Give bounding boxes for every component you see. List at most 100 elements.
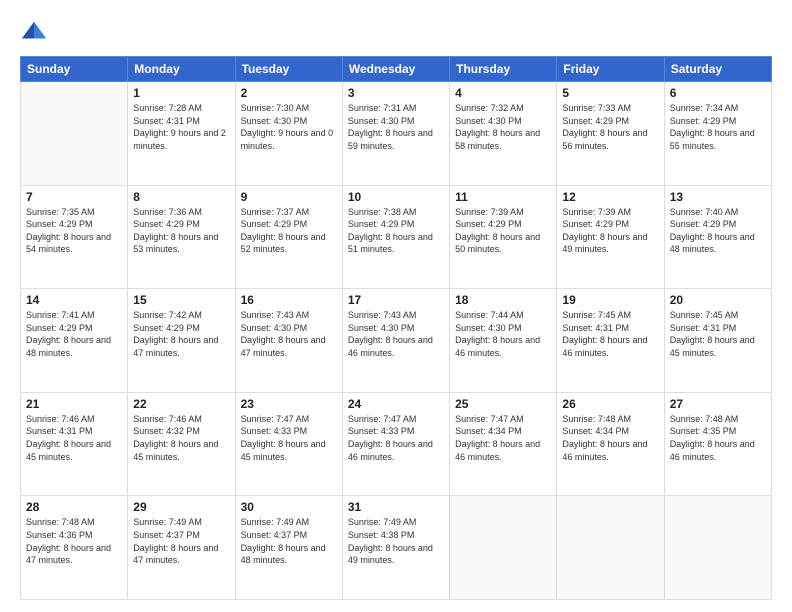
calendar-cell: 24Sunrise: 7:47 AMSunset: 4:33 PMDayligh… [342, 392, 449, 496]
day-info: Sunrise: 7:30 AMSunset: 4:30 PMDaylight:… [241, 102, 337, 152]
day-info: Sunrise: 7:40 AMSunset: 4:29 PMDaylight:… [670, 206, 766, 256]
day-info: Sunrise: 7:47 AMSunset: 4:34 PMDaylight:… [455, 413, 551, 463]
day-number: 9 [241, 190, 337, 204]
calendar-cell [557, 496, 664, 600]
day-number: 28 [26, 500, 122, 514]
day-number: 14 [26, 293, 122, 307]
calendar-cell: 20 Sunrise: 7:45 AMSunset: 4:31 PMDayligh… [664, 289, 771, 393]
calendar-cell: 11Sunrise: 7:39 AMSunset: 4:29 PMDayligh… [450, 185, 557, 289]
day-info: Sunrise: 7:39 AMSunset: 4:29 PMDaylight:… [455, 206, 551, 256]
day-header-wednesday: Wednesday [342, 57, 449, 82]
calendar-cell: 4 Sunrise: 7:32 AMSunset: 4:30 PMDaylight… [450, 82, 557, 186]
day-info: Sunrise: 7:45 AMSunset: 4:31 PMDaylight:… [670, 309, 766, 359]
day-info: Sunrise: 7:49 AMSunset: 4:37 PMDaylight:… [241, 516, 337, 566]
calendar-header-row: SundayMondayTuesdayWednesdayThursdayFrid… [21, 57, 772, 82]
day-number: 23 [241, 397, 337, 411]
day-info: Sunrise: 7:34 AMSunset: 4:29 PMDaylight:… [670, 102, 766, 152]
calendar-cell: 9Sunrise: 7:37 AMSunset: 4:29 PMDaylight… [235, 185, 342, 289]
calendar-cell: 5Sunrise: 7:33 AMSunset: 4:29 PMDaylight… [557, 82, 664, 186]
day-number: 1 [133, 86, 229, 100]
day-number: 25 [455, 397, 551, 411]
day-number: 3 [348, 86, 444, 100]
day-number: 29 [133, 500, 229, 514]
calendar-cell: 21 Sunrise: 7:46 AMSunset: 4:31 PMDayligh… [21, 392, 128, 496]
calendar-cell: 1 Sunrise: 7:28 AMSunset: 4:31 PMDaylight… [128, 82, 235, 186]
day-number: 8 [133, 190, 229, 204]
day-number: 5 [562, 86, 658, 100]
calendar-cell: 26 Sunrise: 7:48 AMSunset: 4:34 PMDayligh… [557, 392, 664, 496]
day-number: 20 [670, 293, 766, 307]
calendar-cell: 19 Sunrise: 7:45 AMSunset: 4:31 PMDayligh… [557, 289, 664, 393]
calendar-cell: 14Sunrise: 7:41 AMSunset: 4:29 PMDayligh… [21, 289, 128, 393]
calendar-cell: 18 Sunrise: 7:44 AMSunset: 4:30 PMDayligh… [450, 289, 557, 393]
week-row-1: 1 Sunrise: 7:28 AMSunset: 4:31 PMDaylight… [21, 82, 772, 186]
day-number: 27 [670, 397, 766, 411]
day-number: 7 [26, 190, 122, 204]
calendar-cell: 23 Sunrise: 7:47 AMSunset: 4:33 PMDayligh… [235, 392, 342, 496]
calendar-table: SundayMondayTuesdayWednesdayThursdayFrid… [20, 56, 772, 600]
calendar-cell: 29 Sunrise: 7:49 AMSunset: 4:37 PMDayligh… [128, 496, 235, 600]
day-number: 13 [670, 190, 766, 204]
day-number: 18 [455, 293, 551, 307]
header [20, 18, 772, 46]
day-number: 26 [562, 397, 658, 411]
calendar-cell: 2 Sunrise: 7:30 AMSunset: 4:30 PMDaylight… [235, 82, 342, 186]
calendar-cell: 28 Sunrise: 7:48 AMSunset: 4:36 PMDayligh… [21, 496, 128, 600]
calendar-cell: 15 Sunrise: 7:42 AMSunset: 4:29 PMDayligh… [128, 289, 235, 393]
day-info: Sunrise: 7:31 AMSunset: 4:30 PMDaylight:… [348, 102, 444, 152]
day-number: 15 [133, 293, 229, 307]
calendar-cell: 30 Sunrise: 7:49 AMSunset: 4:37 PMDayligh… [235, 496, 342, 600]
day-header-sunday: Sunday [21, 57, 128, 82]
day-info: Sunrise: 7:47 AMSunset: 4:33 PMDaylight:… [348, 413, 444, 463]
day-number: 4 [455, 86, 551, 100]
day-info: Sunrise: 7:43 AMSunset: 4:30 PMDaylight:… [241, 309, 337, 359]
calendar-cell: 25 Sunrise: 7:47 AMSunset: 4:34 PMDayligh… [450, 392, 557, 496]
day-info: Sunrise: 7:48 AMSunset: 4:34 PMDaylight:… [562, 413, 658, 463]
page: SundayMondayTuesdayWednesdayThursdayFrid… [0, 0, 792, 612]
week-row-2: 7 Sunrise: 7:35 AMSunset: 4:29 PMDaylight… [21, 185, 772, 289]
calendar-cell [450, 496, 557, 600]
day-header-saturday: Saturday [664, 57, 771, 82]
day-number: 12 [562, 190, 658, 204]
day-info: Sunrise: 7:28 AMSunset: 4:31 PMDaylight:… [133, 102, 229, 152]
day-info: Sunrise: 7:49 AMSunset: 4:37 PMDaylight:… [133, 516, 229, 566]
calendar-cell: 3 Sunrise: 7:31 AMSunset: 4:30 PMDaylight… [342, 82, 449, 186]
calendar-cell [21, 82, 128, 186]
logo-icon [20, 18, 48, 46]
day-info: Sunrise: 7:49 AMSunset: 4:38 PMDaylight:… [348, 516, 444, 566]
day-number: 6 [670, 86, 766, 100]
day-info: Sunrise: 7:44 AMSunset: 4:30 PMDaylight:… [455, 309, 551, 359]
day-info: Sunrise: 7:38 AMSunset: 4:29 PMDaylight:… [348, 206, 444, 256]
day-number: 21 [26, 397, 122, 411]
calendar-cell: 13 Sunrise: 7:40 AMSunset: 4:29 PMDayligh… [664, 185, 771, 289]
day-info: Sunrise: 7:32 AMSunset: 4:30 PMDaylight:… [455, 102, 551, 152]
calendar-cell: 17 Sunrise: 7:43 AMSunset: 4:30 PMDayligh… [342, 289, 449, 393]
day-info: Sunrise: 7:48 AMSunset: 4:36 PMDaylight:… [26, 516, 122, 566]
day-info: Sunrise: 7:45 AMSunset: 4:31 PMDaylight:… [562, 309, 658, 359]
logo [20, 18, 52, 46]
calendar-cell: 7 Sunrise: 7:35 AMSunset: 4:29 PMDaylight… [21, 185, 128, 289]
day-number: 16 [241, 293, 337, 307]
day-number: 19 [562, 293, 658, 307]
calendar-cell [664, 496, 771, 600]
day-info: Sunrise: 7:46 AMSunset: 4:31 PMDaylight:… [26, 413, 122, 463]
calendar-cell: 6 Sunrise: 7:34 AMSunset: 4:29 PMDaylight… [664, 82, 771, 186]
week-row-3: 14Sunrise: 7:41 AMSunset: 4:29 PMDayligh… [21, 289, 772, 393]
calendar-cell: 10Sunrise: 7:38 AMSunset: 4:29 PMDayligh… [342, 185, 449, 289]
calendar-cell: 22Sunrise: 7:46 AMSunset: 4:32 PMDayligh… [128, 392, 235, 496]
day-number: 17 [348, 293, 444, 307]
day-number: 2 [241, 86, 337, 100]
calendar-cell: 16 Sunrise: 7:43 AMSunset: 4:30 PMDayligh… [235, 289, 342, 393]
day-number: 30 [241, 500, 337, 514]
day-info: Sunrise: 7:47 AMSunset: 4:33 PMDaylight:… [241, 413, 337, 463]
day-info: Sunrise: 7:36 AMSunset: 4:29 PMDaylight:… [133, 206, 229, 256]
day-info: Sunrise: 7:35 AMSunset: 4:29 PMDaylight:… [26, 206, 122, 256]
day-number: 31 [348, 500, 444, 514]
day-info: Sunrise: 7:42 AMSunset: 4:29 PMDaylight:… [133, 309, 229, 359]
day-header-tuesday: Tuesday [235, 57, 342, 82]
calendar-cell: 12Sunrise: 7:39 AMSunset: 4:29 PMDayligh… [557, 185, 664, 289]
day-number: 22 [133, 397, 229, 411]
calendar-body: 1 Sunrise: 7:28 AMSunset: 4:31 PMDaylight… [21, 82, 772, 600]
day-info: Sunrise: 7:43 AMSunset: 4:30 PMDaylight:… [348, 309, 444, 359]
day-header-friday: Friday [557, 57, 664, 82]
